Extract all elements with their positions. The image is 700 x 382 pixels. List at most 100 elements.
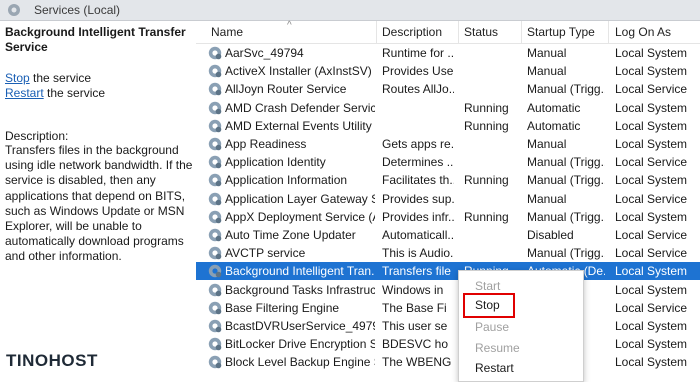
header-title: Services (Local) (34, 3, 121, 17)
cell-name: AVCTP service (225, 246, 306, 261)
table-row[interactable]: Application Information Facilitates th...… (196, 171, 700, 189)
col-divider[interactable] (376, 21, 377, 43)
col-divider[interactable] (458, 21, 459, 43)
cell-description: Provides Use... (382, 64, 454, 79)
services-list[interactable]: ^ Name Description Status Startup Type L… (196, 20, 700, 375)
cell-logon: Local Service (615, 246, 688, 261)
cell-name: BitLocker Drive Encryption S... (225, 337, 375, 352)
cell-logon: Local System (615, 137, 688, 151)
cell-startup: Manual (527, 46, 567, 60)
table-row[interactable]: AMD External Events Utility Running Automa… (196, 117, 700, 135)
table-row[interactable]: AllJoyn Router Service Routes AllJo... Man… (196, 80, 700, 98)
service-gear-icon (208, 319, 222, 333)
table-row[interactable]: Block Level Backup Engine S... The WBENG L… (196, 353, 700, 371)
col-header-name[interactable]: Name (211, 25, 243, 39)
service-gear-icon (208, 265, 222, 278)
table-row[interactable]: AMD Crash Defender Service Running Automat… (196, 99, 700, 117)
table-row[interactable]: Base Filtering Engine The Base Fi Local Se… (196, 299, 700, 317)
service-gear-icon (208, 137, 222, 151)
col-header-startup[interactable]: Startup Type (527, 25, 595, 39)
description-label: Description: (5, 129, 69, 143)
cell-logon: Local System (615, 46, 688, 60)
service-gear-icon (208, 210, 222, 224)
service-gear-icon (208, 192, 222, 205)
table-row[interactable]: BitLocker Drive Encryption S... BDESVC ho… (196, 335, 700, 353)
table-row[interactable]: Application Identity Determines ... Manual… (196, 153, 700, 171)
cell-logon: Local System (615, 337, 688, 352)
menu-item-pause: Pause (475, 320, 510, 334)
service-gear-icon (208, 155, 222, 169)
cell-startup: Disabled (527, 228, 574, 242)
cell-name: AMD Crash Defender Service (225, 100, 375, 115)
cell-logon: Local Service (615, 228, 688, 242)
table-row[interactable]: Auto Time Zone Updater Automaticall... Dis… (196, 226, 700, 244)
cell-logon: Local Service (615, 155, 688, 170)
table-row[interactable]: AVCTP service This is Audio... Manual (Tri… (196, 244, 700, 262)
table-row[interactable]: Background Intelligent Tran... Transfers … (196, 262, 700, 281)
restart-link[interactable]: Restart (5, 86, 44, 100)
cell-status: Running (464, 118, 509, 133)
cell-name: ActiveX Installer (AxInstSV) (225, 64, 372, 79)
table-row[interactable]: AarSvc_49794 Runtime for ... Manual Local S… (196, 44, 700, 62)
cell-description: BDESVC ho (382, 337, 449, 352)
service-gear-icon (208, 101, 222, 114)
service-gear-icon (208, 246, 222, 260)
service-gear-icon (208, 283, 222, 296)
table-row[interactable]: Background Tasks Infrastruc... Windows in… (196, 281, 700, 299)
cell-startup: Manual (Trigg... (527, 173, 605, 188)
cell-logon: Local System (615, 264, 688, 279)
cell-description: Transfers file (382, 264, 451, 279)
cell-name: AllJoyn Router Service (225, 82, 347, 97)
table-row[interactable]: BcastDVRUserService_49794 This user se Loc… (196, 317, 700, 335)
col-divider[interactable] (521, 21, 522, 43)
cell-description: The Base Fi (382, 300, 447, 315)
cell-startup: Manual (527, 191, 567, 206)
cell-startup: Manual (Trigg... (527, 246, 605, 261)
service-gear-icon (208, 356, 222, 369)
cell-logon: Local System (615, 173, 688, 188)
cell-description: Runtime for ... (382, 46, 454, 60)
col-divider[interactable] (608, 21, 609, 43)
description-text: Transfers files in the background using … (5, 143, 193, 264)
cell-description: Gets apps re... (382, 137, 454, 151)
details-pane: Background Intelligent Transfer Service … (0, 21, 196, 375)
cell-description: This is Audio... (382, 246, 454, 261)
cell-logon: Local System (615, 118, 688, 133)
service-gear-icon (208, 228, 222, 242)
cell-name: Application Information (225, 173, 348, 188)
table-row[interactable]: Application Layer Gateway S... Provides s… (196, 190, 700, 208)
cell-description: Facilitates th... (382, 173, 454, 188)
cell-description: Automaticall... (382, 228, 454, 242)
cell-name: App Readiness (225, 137, 307, 151)
menu-item-stop[interactable]: Stop (475, 298, 500, 312)
cell-description: Provides infr... (382, 209, 454, 224)
table-row[interactable]: AppX Deployment Service (A... Provides in… (196, 208, 700, 226)
menu-item-resume: Resume (475, 341, 520, 355)
cell-logon: Local Service (615, 82, 688, 97)
cell-description: Windows in (382, 282, 444, 297)
col-header-status[interactable]: Status (464, 25, 498, 39)
col-header-logon[interactable]: Log On As (615, 25, 671, 39)
context-menu: Start Stop Pause Resume Restart (458, 270, 584, 382)
menu-item-restart[interactable]: Restart (475, 361, 514, 375)
cell-description: Determines ... (382, 155, 454, 170)
service-gear-icon (208, 83, 222, 96)
cell-status: Running (464, 173, 509, 188)
table-row[interactable]: ActiveX Installer (AxInstSV) Provides Use… (196, 62, 700, 80)
cell-name: AarSvc_49794 (225, 46, 304, 60)
cell-description: Provides sup... (382, 191, 454, 206)
cell-startup: Manual (527, 64, 567, 79)
cell-logon: Local System (615, 282, 688, 297)
service-gear-icon (208, 174, 222, 187)
table-row[interactable]: App Readiness Gets apps re... Manual Local … (196, 135, 700, 153)
menu-item-start: Start (475, 279, 501, 293)
cell-name: Auto Time Zone Updater (225, 228, 356, 242)
cell-name: Base Filtering Engine (225, 300, 340, 315)
stop-link[interactable]: Stop (5, 71, 30, 85)
col-header-description[interactable]: Description (382, 25, 442, 39)
window-header: Services (Local) (0, 0, 700, 21)
cell-status: Running (464, 209, 509, 224)
cell-startup: Manual (Trigg... (527, 209, 605, 224)
cell-name: AppX Deployment Service (A... (225, 209, 375, 224)
cell-name: AMD External Events Utility (225, 118, 372, 133)
